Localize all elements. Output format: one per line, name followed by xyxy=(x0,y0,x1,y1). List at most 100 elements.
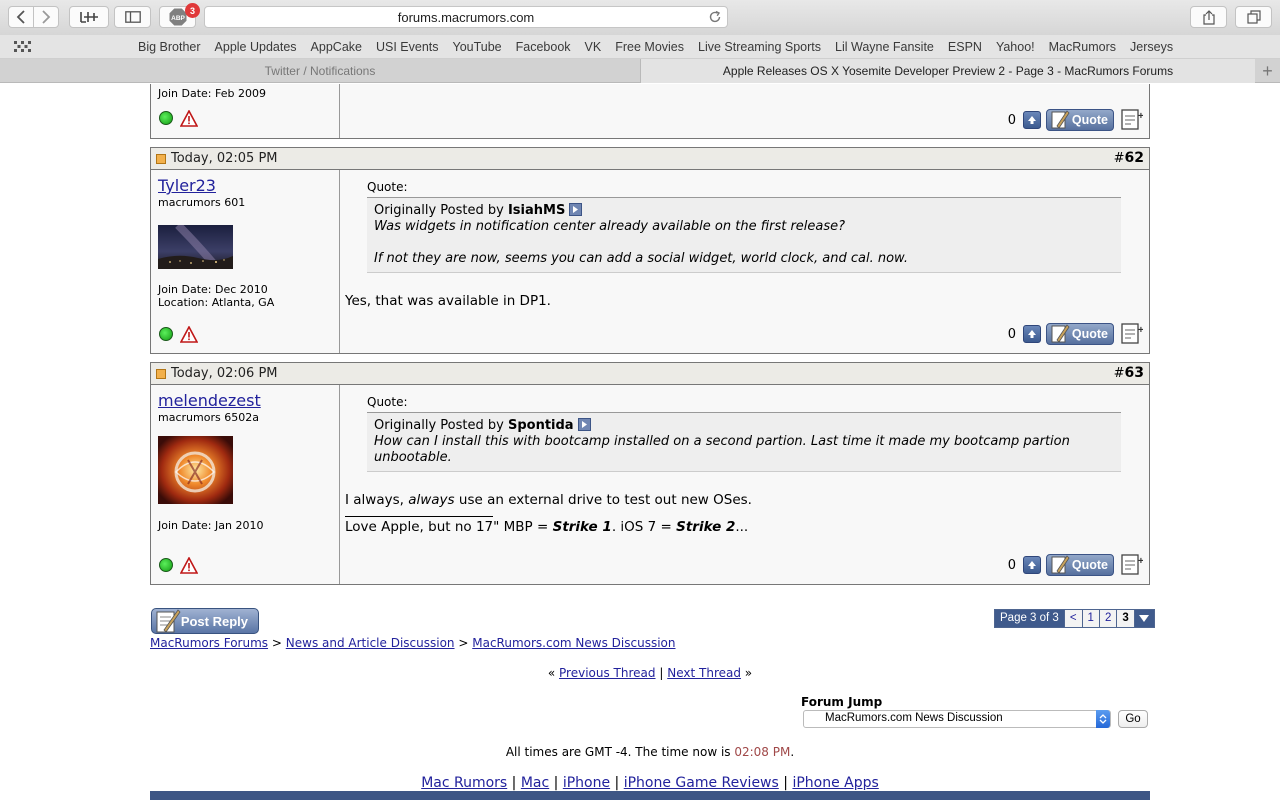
vote-count: 0 xyxy=(1007,112,1016,128)
quote-author: Spontida xyxy=(507,418,574,433)
multi-quote-icon[interactable]: + xyxy=(1119,108,1143,132)
forum-post-previous: Join Date: Feb 2009 0 Quote + xyxy=(150,84,1150,139)
show-all-bookmarks-icon[interactable] xyxy=(14,41,31,52)
favorite-link[interactable]: VK xyxy=(585,40,602,54)
post-message: Quote: Originally Posted by IsiahMS Was … xyxy=(345,180,1141,310)
quote-pen-icon xyxy=(1051,324,1070,343)
quote-label: Quote: xyxy=(367,180,408,194)
favorite-link[interactable]: AppCake xyxy=(311,40,362,54)
quote-button[interactable]: Quote xyxy=(1046,109,1114,131)
report-post-icon[interactable] xyxy=(180,326,198,343)
previous-thread-link[interactable]: Previous Thread xyxy=(559,666,656,680)
post-user-column: Tyler23 macrumors 601 Join Date: Dec 201… xyxy=(151,170,340,353)
footer-link[interactable]: iPhone Game Reviews xyxy=(624,775,779,791)
back-button[interactable] xyxy=(8,6,34,28)
breadcrumb-link[interactable]: News and Article Discussion xyxy=(286,636,455,650)
page-link[interactable]: 1 xyxy=(1081,610,1099,627)
user-title: macrumors 601 xyxy=(158,196,246,209)
view-post-arrow-icon[interactable] xyxy=(569,203,583,216)
breadcrumb-link[interactable]: MacRumors.com News Discussion xyxy=(472,636,675,650)
favorite-link[interactable]: ESPN xyxy=(948,40,982,54)
quote-label: Quote: xyxy=(367,395,408,409)
sidebar-icon xyxy=(124,11,141,23)
username-link[interactable]: melendezest xyxy=(158,391,332,410)
favorite-link[interactable]: Yahoo! xyxy=(996,40,1035,54)
new-tab-button[interactable]: + xyxy=(1255,59,1280,83)
reply-pen-icon xyxy=(156,609,181,633)
sidebar-button[interactable] xyxy=(114,6,151,28)
previous-page-link[interactable]: < xyxy=(1063,610,1082,627)
svg-text:+: + xyxy=(1138,325,1143,336)
join-date: Join Date: Dec 2010 xyxy=(158,283,268,296)
vote-count: 0 xyxy=(1007,557,1016,573)
favorite-link[interactable]: YouTube xyxy=(453,40,502,54)
quote-author: IsiahMS xyxy=(507,203,566,218)
favorite-link[interactable]: Apple Updates xyxy=(215,40,297,54)
post-actions: 0 Quote + xyxy=(1008,322,1143,346)
username-link[interactable]: Tyler23 xyxy=(158,176,332,195)
favorite-link[interactable]: Facebook xyxy=(516,40,571,54)
favorite-link[interactable]: Live Streaming Sports xyxy=(698,40,821,54)
chevron-left-icon xyxy=(16,10,25,24)
upvote-button[interactable] xyxy=(1023,556,1041,574)
quote-text: Was widgets in notification center alrea… xyxy=(374,219,846,234)
report-post-icon[interactable] xyxy=(180,110,198,127)
upvote-button[interactable] xyxy=(1023,325,1041,343)
page-menu-button[interactable] xyxy=(1133,610,1154,627)
quote-button[interactable]: Quote xyxy=(1046,323,1114,345)
go-button[interactable]: Go xyxy=(1118,710,1148,728)
breadcrumb-link[interactable]: MacRumors Forums xyxy=(150,636,268,650)
view-post-arrow-icon[interactable] xyxy=(577,418,591,431)
user-avatar[interactable] xyxy=(158,225,233,269)
user-location: Location: Atlanta, GA xyxy=(158,296,275,309)
favorite-link[interactable]: Jerseys xyxy=(1130,40,1173,54)
post-user-column: Join Date: Feb 2009 xyxy=(151,84,340,138)
tab-bar: Twitter / Notifications Apple Releases O… xyxy=(0,59,1280,83)
post-reply-button[interactable]: Post Reply xyxy=(151,608,259,634)
adblock-count-badge: 3 xyxy=(185,3,200,18)
online-status-icon xyxy=(159,558,173,572)
user-avatar[interactable] xyxy=(158,436,233,504)
svg-text:ABP: ABP xyxy=(171,15,185,22)
forward-button[interactable] xyxy=(33,6,59,28)
top-sites-button[interactable] xyxy=(69,6,109,28)
footer-link[interactable]: iPhone Apps xyxy=(792,775,878,791)
arrow-up-icon xyxy=(1028,561,1036,569)
favorites-list: Big Brother Apple Updates AppCake USI Ev… xyxy=(138,40,1173,54)
time-notice: All times are GMT -4. The time now is 02… xyxy=(505,745,795,759)
reload-icon[interactable] xyxy=(708,10,722,24)
post-number-link[interactable]: #63 xyxy=(1114,365,1144,381)
post-message: Quote: Originally Posted by Spontida How… xyxy=(345,395,1141,536)
quote-attribution: Originally Posted by Spontida xyxy=(374,418,1114,434)
plus-icon: + xyxy=(1262,60,1273,81)
page-link[interactable]: 2 xyxy=(1098,610,1117,627)
footer-link[interactable]: iPhone xyxy=(563,775,610,791)
quote-button[interactable]: Quote xyxy=(1046,554,1114,576)
tab-macrumors-forums[interactable]: Apple Releases OS X Yosemite Developer P… xyxy=(641,59,1255,83)
caret-down-icon xyxy=(1139,615,1150,622)
forum-jump-label: Forum Jump xyxy=(801,695,883,709)
report-post-icon[interactable] xyxy=(180,557,198,574)
next-thread-link[interactable]: Next Thread xyxy=(667,666,741,680)
tabs-overview-button[interactable] xyxy=(1235,6,1272,28)
footer-link[interactable]: Mac xyxy=(521,775,549,791)
join-date: Join Date: Jan 2010 xyxy=(158,519,264,532)
tab-twitter-notifications[interactable]: Twitter / Notifications xyxy=(0,59,641,83)
vote-count: 0 xyxy=(1007,326,1016,342)
forum-jump-select[interactable]: MacRumors.com News Discussion xyxy=(803,710,1111,728)
multi-quote-icon[interactable]: + xyxy=(1119,322,1143,346)
post-number-link[interactable]: #62 xyxy=(1114,150,1144,166)
favorite-link[interactable]: MacRumors xyxy=(1049,40,1116,54)
favorite-link[interactable]: Lil Wayne Fansite xyxy=(835,40,934,54)
favorite-link[interactable]: Big Brother xyxy=(138,40,201,54)
upvote-button[interactable] xyxy=(1023,111,1041,129)
share-button[interactable] xyxy=(1190,6,1227,28)
favorite-link[interactable]: Free Movies xyxy=(615,40,684,54)
favorite-link[interactable]: USI Events xyxy=(376,40,439,54)
address-bar[interactable]: forums.macrumors.com xyxy=(204,6,728,28)
forum-post: Today, 02:06 PM #63 melendezest macrumor… xyxy=(150,362,1150,585)
footer-link[interactable]: Mac Rumors xyxy=(421,775,507,791)
online-status-icon xyxy=(159,111,173,125)
post-date: Today, 02:06 PM xyxy=(171,366,278,381)
multi-quote-icon[interactable]: + xyxy=(1119,553,1143,577)
